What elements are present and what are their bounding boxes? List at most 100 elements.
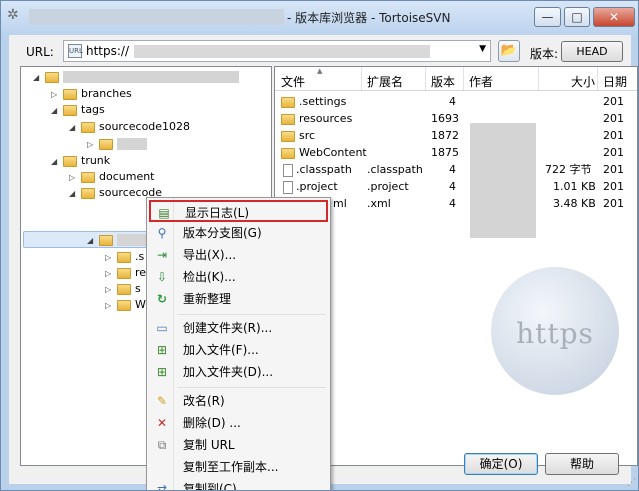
ok-button[interactable]: 确定(O) — [464, 453, 538, 475]
folder-icon — [81, 121, 95, 133]
add-file-icon: ⊞ — [156, 343, 168, 357]
tree-node-label: trunk — [81, 154, 111, 167]
file-revision: 4 — [449, 163, 456, 176]
folder-icon — [117, 251, 131, 263]
collapse-icon[interactable]: ◢ — [51, 103, 63, 119]
tree-node-label: branches — [81, 87, 132, 100]
expand-icon[interactable]: ▷ — [51, 87, 63, 103]
menu-item-label: 检出(K)... — [183, 270, 236, 284]
column-header-author[interactable]: 作者 — [469, 73, 493, 90]
help-button[interactable]: 帮助 — [545, 453, 619, 475]
tree-node-tags[interactable]: ◢ tags — [51, 102, 105, 118]
tree-node-sourcecode1028[interactable]: ◢ sourcecode1028 — [69, 119, 190, 135]
list-row[interactable]: .project .project 4 1.01 KB 201 — [275, 178, 637, 195]
list-row[interactable]: .settings 4 201 — [275, 93, 637, 110]
folder-icon — [63, 155, 77, 167]
tree-node-selected[interactable]: ◢ — [87, 232, 147, 248]
tree-node-branches[interactable]: ▷ branches — [51, 86, 132, 102]
list-row[interactable]: src 1872 201 — [275, 127, 637, 144]
maximize-button[interactable]: □ — [564, 7, 590, 27]
column-header-extension[interactable]: 扩展名 — [367, 73, 403, 90]
node-redacted — [117, 138, 147, 150]
column-header-file[interactable]: 文件 — [281, 73, 305, 90]
menu-item-create-folder[interactable]: ▭ 创建文件夹(R)... — [149, 317, 328, 339]
column-header-revision[interactable]: 版本 — [431, 73, 455, 90]
list-row[interactable]: .classpath .classpath 4 722 字节 201 — [275, 161, 637, 178]
menu-item-export[interactable]: ⇥ 导出(X)... — [149, 244, 328, 266]
column-separator[interactable] — [425, 67, 426, 90]
menu-separator — [177, 314, 326, 315]
resize-grip-icon[interactable]: ⋰ — [627, 478, 636, 488]
title-bar[interactable]: ✲ - 版本库浏览器 - TortoiseSVN — □ ✕ — [1, 1, 638, 35]
url-icon: URL — [68, 44, 83, 58]
folder-icon — [81, 171, 95, 183]
menu-item-label: 复制至工作副本... — [183, 460, 279, 474]
menu-item-refresh[interactable]: ↻ 重新整理 — [149, 288, 328, 310]
tree-node-document[interactable]: ▷ document — [69, 169, 155, 185]
tree-node-child[interactable]: ▷ W — [105, 297, 146, 313]
revision-head-button[interactable]: HEAD — [561, 41, 623, 62]
expand-icon[interactable]: ▷ — [105, 282, 117, 298]
menu-item-label: 复制 URL — [183, 438, 235, 452]
expand-icon[interactable]: ▷ — [105, 250, 117, 266]
list-row[interactable]: resources 1693 201 — [275, 110, 637, 127]
column-separator[interactable] — [361, 67, 362, 90]
menu-item-copy-to-wc[interactable]: 复制至工作副本... — [149, 456, 328, 478]
menu-item-delete[interactable]: ✕ 删除(D) ... — [149, 412, 328, 434]
menu-item-copy-to[interactable]: ⇄ 复制到(C)... — [149, 478, 328, 490]
file-size: 722 字节 — [545, 163, 592, 176]
sort-ascending-icon: ▲ — [317, 67, 323, 75]
tree-node-child[interactable]: ▷ s — [105, 281, 141, 297]
list-row[interactable]: WebContent 1875 201 — [275, 144, 637, 161]
folder-icon — [117, 299, 131, 311]
menu-item-label: 创建文件夹(R)... — [183, 321, 273, 335]
menu-item-add-file[interactable]: ⊞ 加入文件(F)... — [149, 339, 328, 361]
menu-item-revision-graph[interactable]: ⚲ 版本分支图(G) — [149, 222, 328, 244]
tree-node-root[interactable]: ◢ — [33, 69, 239, 85]
title-redacted — [29, 9, 284, 25]
expand-icon[interactable]: ▷ — [87, 137, 99, 153]
menu-item-rename[interactable]: ✎ 改名(R) — [149, 390, 328, 412]
column-separator[interactable] — [597, 67, 598, 90]
collapse-icon[interactable]: ◢ — [51, 154, 63, 170]
folder-icon — [117, 283, 131, 295]
browse-folder-button[interactable]: 📂 — [498, 40, 520, 62]
tree-node-child[interactable]: ▷ .s — [105, 249, 144, 265]
url-redacted — [134, 45, 430, 58]
menu-item-checkout[interactable]: ⇩ 检出(K)... — [149, 266, 328, 288]
rename-icon: ✎ — [156, 394, 168, 408]
url-combobox[interactable]: URL https:// ▼ — [63, 40, 491, 62]
file-revision: 4 — [449, 180, 456, 193]
graph-icon: ⚲ — [157, 226, 167, 240]
folder-up-icon: 📂 — [500, 43, 518, 58]
expand-icon[interactable]: ▷ — [105, 266, 117, 282]
file-name: resources — [299, 112, 353, 125]
column-separator[interactable] — [463, 67, 464, 90]
expand-icon[interactable]: ▷ — [105, 298, 117, 314]
menu-item-show-log[interactable]: ▤ 显示日志(L) — [149, 200, 328, 222]
tree-node-child[interactable]: ▷ re — [105, 265, 146, 281]
column-header-size[interactable]: 大小 — [571, 73, 595, 90]
collapse-icon[interactable]: ◢ — [33, 70, 45, 86]
file-icon — [283, 163, 293, 177]
url-label: URL: — [26, 45, 54, 59]
close-button[interactable]: ✕ — [593, 7, 635, 27]
menu-item-add-folder[interactable]: ⊞ 加入文件夹(D)... — [149, 361, 328, 383]
file-name: .classpath — [296, 163, 352, 176]
tree-node-trunk[interactable]: ◢ trunk — [51, 153, 110, 169]
minimize-button[interactable]: — — [534, 7, 561, 27]
collapse-icon[interactable]: ◢ — [87, 233, 99, 249]
chevron-down-icon[interactable]: ▼ — [479, 44, 486, 54]
tree-node-label: W — [135, 298, 146, 311]
menu-item-label: 删除(D) ... — [183, 416, 241, 430]
expand-icon[interactable]: ▷ — [69, 170, 81, 186]
collapse-icon[interactable]: ◢ — [69, 120, 81, 136]
column-separator[interactable] — [538, 67, 539, 90]
tree-node-redacted[interactable]: ▷ — [87, 136, 147, 152]
column-header-date[interactable]: 日期 — [603, 73, 627, 90]
folder-icon — [281, 113, 295, 125]
menu-item-label: 改名(R) — [183, 394, 225, 408]
collapse-icon[interactable]: ◢ — [69, 186, 81, 202]
file-revision: 1875 — [431, 146, 459, 159]
menu-item-copy-url[interactable]: ⧉ 复制 URL — [149, 434, 328, 456]
